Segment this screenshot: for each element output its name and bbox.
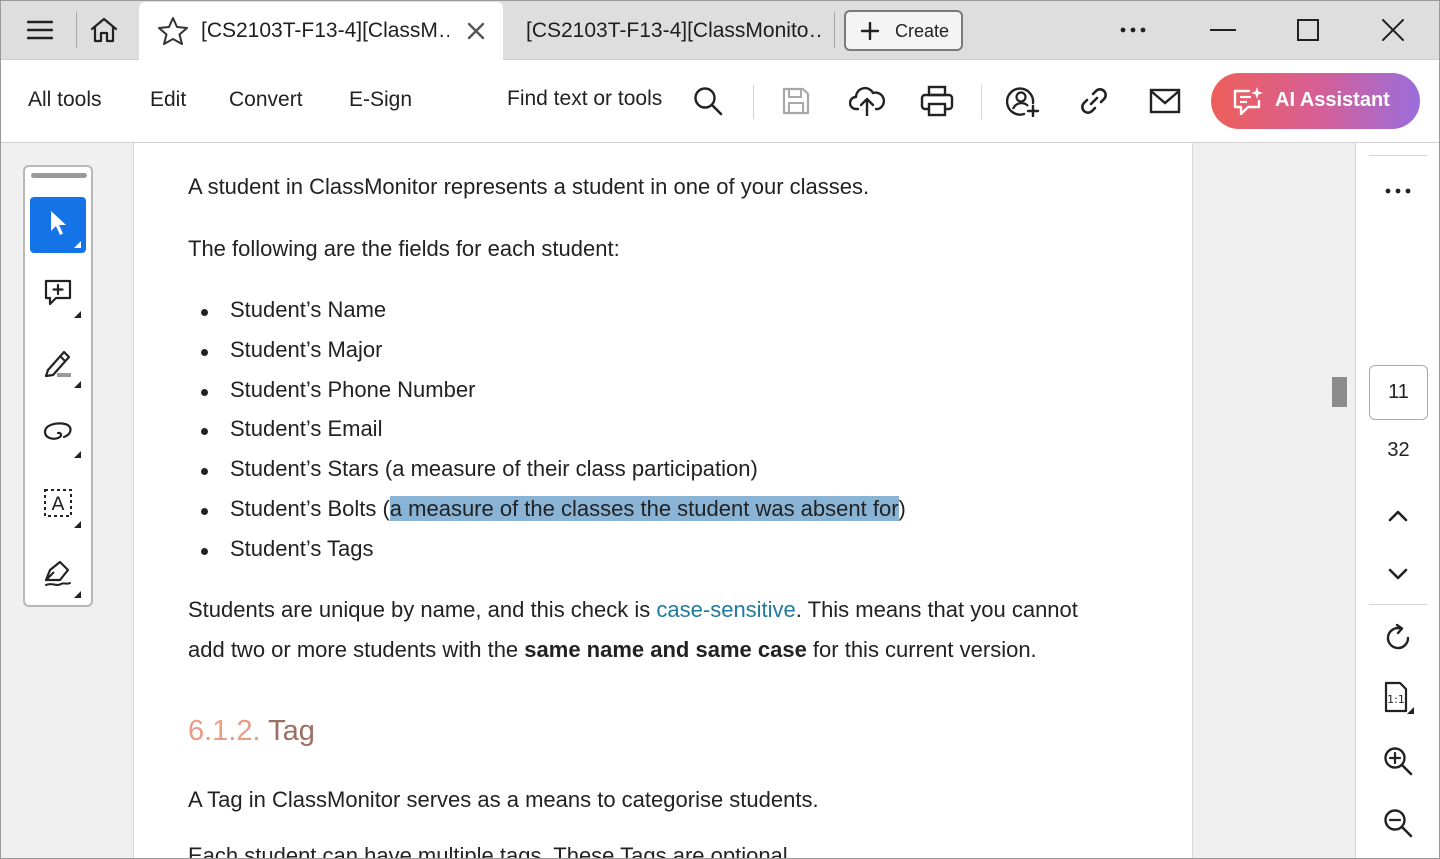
toolbar-separator	[981, 85, 982, 119]
draw-tool[interactable]	[30, 407, 86, 463]
toolbar-separator	[753, 85, 754, 119]
tab-separator	[76, 12, 77, 48]
email-icon[interactable]	[1145, 81, 1185, 121]
submenu-indicator	[74, 241, 81, 248]
uniqueness-text-line2: add two or more students with the same n…	[188, 637, 1037, 662]
more-tools-icon[interactable]	[1368, 167, 1428, 215]
hamburger-menu-icon[interactable]	[18, 0, 62, 60]
sign-tool[interactable]	[30, 547, 86, 603]
left-tool-rail: A	[0, 143, 134, 859]
svg-text:1:1: 1:1	[1387, 693, 1405, 706]
create-button[interactable]: Create	[844, 10, 963, 51]
maximize-icon[interactable]	[1283, 0, 1333, 60]
tab-separator	[834, 12, 835, 48]
submenu-indicator	[74, 591, 81, 598]
star-icon[interactable]	[157, 16, 189, 52]
add-comment-icon	[43, 278, 73, 313]
quick-tools-panel: A	[23, 165, 93, 607]
rail-separator	[1369, 604, 1427, 605]
highlight-tool[interactable]	[30, 337, 86, 393]
submenu-indicator	[74, 451, 81, 458]
menu-edit[interactable]: Edit	[150, 88, 186, 112]
save-icon[interactable]	[776, 81, 816, 121]
zoom-out-icon[interactable]	[1368, 799, 1428, 847]
plus-icon	[860, 21, 880, 45]
menu-e-sign[interactable]: E-Sign	[349, 88, 412, 112]
main-toolbar: All tools Edit Convert E-Sign Find text …	[0, 61, 1440, 143]
fields-intro-text: The following are the fields for each st…	[188, 236, 620, 261]
uniqueness-text-line1: Students are unique by name, and this ch…	[188, 597, 1078, 622]
tab-document-2[interactable]: [CS2103T-F13-4][ClassMonito…	[509, 2, 831, 60]
link-icon[interactable]	[1074, 81, 1114, 121]
text-box-icon: A	[42, 487, 74, 524]
section-heading-tag: 6.1.2. Tag	[188, 715, 315, 747]
submenu-indicator	[74, 521, 81, 528]
tag-intro-text: A Tag in ClassMonitor serves as a means …	[188, 787, 819, 812]
actual-size-icon[interactable]: 1:1	[1368, 674, 1428, 722]
search-icon[interactable]	[688, 81, 728, 121]
tab-title: [CS2103T-F13-4][ClassM…	[201, 19, 449, 42]
tab-bar: [CS2103T-F13-4][ClassM… [CS2103T-F13-4][…	[0, 0, 1440, 60]
submenu-indicator	[74, 311, 81, 318]
select-tool[interactable]	[30, 197, 86, 253]
selected-text-highlight[interactable]: a measure of the classes the student was…	[389, 496, 899, 521]
total-pages: 32	[1387, 439, 1410, 461]
highlighter-pen-icon	[42, 348, 74, 383]
rail-separator	[1369, 155, 1427, 156]
create-label: Create	[895, 21, 950, 41]
previous-page-icon[interactable]	[1368, 492, 1428, 540]
zoom-in-icon[interactable]	[1368, 737, 1428, 785]
submenu-indicator	[74, 381, 81, 388]
text-box-tool[interactable]: A	[30, 477, 86, 533]
lasso-draw-icon	[42, 420, 74, 451]
share-user-icon[interactable]	[1003, 81, 1043, 121]
minimize-icon[interactable]	[1198, 0, 1248, 60]
home-icon[interactable]	[82, 0, 126, 60]
right-nav-rail: 11 32 1:1	[1355, 143, 1440, 859]
ai-sparkle-chat-icon	[1231, 85, 1265, 123]
ai-assistant-label: AI Assistant	[1275, 89, 1390, 111]
svg-text:A: A	[52, 493, 65, 515]
student-intro-text: A student in ClassMonitor represents a s…	[188, 174, 870, 199]
tab-document-active[interactable]: [CS2103T-F13-4][ClassM…	[139, 2, 503, 60]
tag-cut-off-text: Each student can have multiple tags. The…	[188, 843, 794, 859]
ai-assistant-button[interactable]: AI Assistant	[1211, 73, 1420, 129]
menu-all-tools[interactable]: All tools	[28, 88, 102, 112]
scrollbar-thumb[interactable]	[1332, 377, 1347, 407]
menu-convert[interactable]: Convert	[229, 88, 303, 112]
tab-title: [CS2103T-F13-4][ClassMonito…	[526, 19, 821, 42]
close-tab-icon[interactable]	[466, 21, 486, 47]
document-page[interactable]: A student in ClassMonitor represents a s…	[135, 143, 1193, 859]
cursor-arrow-icon	[47, 209, 69, 242]
print-icon[interactable]	[917, 81, 957, 121]
panel-grip[interactable]	[31, 173, 87, 178]
close-window-icon[interactable]	[1368, 0, 1418, 60]
find-text-or-tools[interactable]: Find text or tools	[507, 87, 662, 111]
current-page-input[interactable]: 11	[1369, 365, 1428, 420]
next-page-icon[interactable]	[1368, 550, 1428, 598]
add-comment-tool[interactable]	[30, 267, 86, 323]
case-sensitive-link[interactable]: case-sensitive	[656, 597, 795, 622]
upload-cloud-icon[interactable]	[847, 81, 887, 121]
rotate-icon[interactable]	[1368, 614, 1428, 662]
vertical-scrollbar[interactable]	[1327, 143, 1354, 859]
pen-sign-icon	[42, 558, 74, 593]
more-options-icon[interactable]	[1110, 0, 1156, 60]
